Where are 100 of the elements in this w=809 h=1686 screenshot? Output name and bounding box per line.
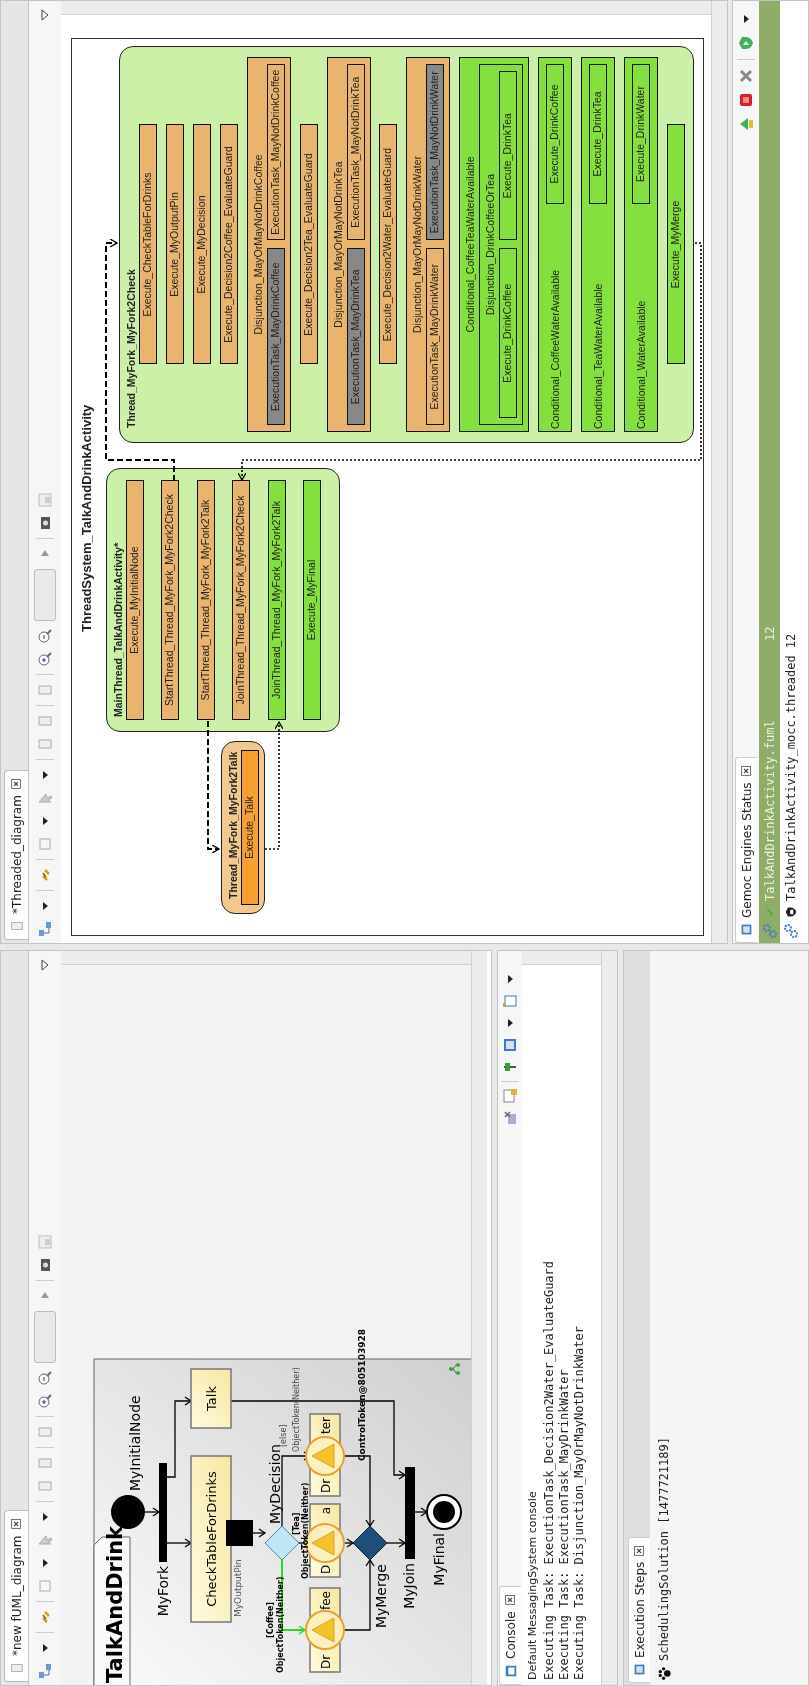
engine-count: 12	[761, 626, 778, 641]
task-bar: Execute_MyMerge	[667, 124, 685, 365]
group-title: Conditional_CoffeeWaterAvailable	[547, 269, 562, 429]
zoom-in-icon[interactable]	[37, 1393, 53, 1409]
horizontal-scrollbar[interactable]	[711, 1, 727, 943]
edge-label: ObjectToken(Neither)	[301, 1482, 310, 1579]
task-bar: JoinThread_Thread_MyFork_MyFork2Check	[232, 480, 251, 720]
edge-label: [Tea]	[292, 1512, 301, 1535]
task-bar: Execute_MyInitialNode	[126, 480, 144, 720]
task-bar: Execute_DrinkTea	[499, 71, 518, 241]
thread-title: Thread_MyFork_MyFork2Check	[124, 268, 138, 430]
action-node: Talk	[190, 1368, 232, 1429]
task-bar: Execute_DrinkWater	[632, 64, 651, 204]
task-bar: ExecutionTask_MayNotDrinkWater	[426, 64, 445, 241]
task-bar: Execute_Decision2Tea_EvaluateGuard	[299, 124, 318, 365]
pin-label: MyOutputPin	[233, 1559, 243, 1617]
scroll-lock-icon[interactable]	[502, 1088, 518, 1104]
edge-label: [Coffee]	[266, 1602, 275, 1638]
diagram-title: ThreadSystem_TalkAndDrinkActivity	[78, 404, 95, 632]
layout-icon[interactable]	[37, 1663, 53, 1679]
execution-steps-tab[interactable]: Execution Steps	[628, 1536, 650, 1683]
token-icon	[305, 1436, 345, 1476]
disconnect-icon[interactable]	[738, 68, 754, 84]
node-label: MyDecision	[267, 1444, 283, 1524]
task-bar: Execute_MyOutputPin	[165, 124, 184, 365]
edge-label: ObjectToken(Neither)	[276, 1576, 285, 1673]
new-console-icon[interactable]	[502, 993, 518, 1009]
group-title: Conditional_TeaWaterAvailable	[590, 283, 605, 429]
close-icon[interactable]	[10, 777, 23, 791]
task-bar: Execute_MyDecision	[192, 124, 211, 365]
task-bar: Execute_DrinkCoffee	[546, 64, 565, 204]
action-node: CheckTableForDrinks	[190, 1455, 232, 1623]
task-bar: JoinThread_Thread_MyFork_MyFork2Talk	[267, 480, 286, 720]
stop-icon[interactable]	[738, 92, 754, 108]
task-bar: StartThread_Thread_MyFork_MyFork2Talk	[196, 480, 215, 720]
horizontal-scrollbar[interactable]	[471, 951, 487, 1685]
node-label: MyMerge	[373, 1564, 389, 1629]
editor-tab[interactable]: *new fUML_diagram	[4, 1510, 28, 1682]
resume-icon[interactable]	[738, 35, 754, 51]
node-label: MyFinal	[431, 1533, 447, 1586]
engine-row[interactable]: TalkAndDrinkActivity_mocc.threaded 12	[780, 12, 801, 932]
vertical-scrollbar[interactable]	[61, 951, 471, 965]
shield-icon	[784, 906, 797, 918]
group-title: Conditional_CoffeeTeaWaterAvailable	[463, 155, 478, 335]
display-icon	[633, 1663, 646, 1676]
final-node	[426, 1494, 462, 1530]
task-bar: Execute_MyFinal	[302, 480, 321, 720]
task-bar: ExecutionTask_MayNotDrinkCoffee	[266, 64, 285, 241]
step-item[interactable]: SchedulingSolution [1477721189]	[655, 1437, 673, 1661]
triangle-icon[interactable]	[738, 116, 754, 132]
console-line: Executing Task: ExecutionTask_MayDrinkWater	[556, 1369, 572, 1680]
thread-title: MainThread_TalkAndDrinkActivity*	[111, 541, 125, 719]
group-title: Disjunction_DrinkCoffeeOrTea	[483, 173, 498, 318]
task-bar: StartThread_Thread_MyFork_MyFork2Check	[161, 480, 180, 720]
task-bar: ExecutionTask_MayDrinkWater	[426, 248, 445, 425]
node-label: MyJoin	[401, 1563, 417, 1609]
group-title: Disjunction_MayOrMayNotDrinkWater	[410, 155, 425, 335]
thread-title: Thread_MyFork_MyFork2Talk	[226, 752, 240, 901]
group-title: Disjunction_MayOrMayNotDrinkCoffee	[250, 153, 265, 337]
task-bar: Execute_Talk	[241, 750, 259, 905]
clear-icon[interactable]	[502, 1110, 518, 1126]
close-icon[interactable]	[633, 1543, 646, 1557]
console-icon	[503, 1664, 518, 1678]
edge-label: ControlToken@805103928	[357, 1329, 367, 1461]
engine-name: TalkAndDrinkActivity.fuml	[761, 719, 778, 901]
paw-icon	[656, 1666, 672, 1681]
merge-node	[352, 1525, 388, 1561]
task-bar: Execute_DrinkCoffee	[499, 248, 518, 418]
edge-label: ObjectToken(Neither)	[292, 1367, 301, 1452]
vertical-scrollbar[interactable]	[61, 1, 711, 15]
display-icon[interactable]	[502, 1037, 518, 1053]
task-bar: ExecutionTask_MayDrinkTea	[346, 248, 365, 425]
edge-label: [else]	[279, 1424, 288, 1447]
task-bar: ExecutionTask_MayDrinkCoffee	[266, 248, 285, 425]
zoom-out-icon[interactable]	[37, 1370, 53, 1386]
tree-icon[interactable]	[449, 1363, 460, 1375]
node-label: MyFork	[155, 1566, 171, 1617]
group-title: Conditional_WaterAvailable	[633, 300, 648, 429]
close-icon[interactable]	[10, 1517, 23, 1531]
task-bar: Execute_DrinkTea	[589, 64, 608, 204]
zoom-in-icon[interactable]	[37, 651, 53, 667]
zoom-out-icon[interactable]	[37, 628, 53, 644]
editor-tab[interactable]: *Threaded_diagram	[4, 770, 28, 940]
token-icon	[305, 1610, 345, 1650]
group-title: Disjunction_MayOrMayNotDrinkTea	[330, 160, 345, 330]
console-line: Executing Task: ExecutionTask_Decision2Water_EvaluateGuard	[541, 1260, 557, 1680]
console-line: Executing Task: Disjunction_MayOrMayNotDrinkWater	[571, 1326, 587, 1680]
console-title: Default MessagingSystem console	[525, 1491, 540, 1680]
layout-icon[interactable]	[37, 921, 53, 937]
document-icon	[9, 919, 24, 933]
task-bar: Execute_Decision2Water_EvaluateGuard	[379, 124, 398, 365]
engine-name: TalkAndDrinkActivity_mocc.threaded 12	[782, 633, 799, 901]
document-icon	[9, 1661, 24, 1675]
node-label: MyInitialNode	[127, 1395, 143, 1491]
close-icon[interactable]	[740, 764, 753, 778]
close-icon[interactable]	[504, 1593, 517, 1607]
task-bar: Execute_CheckTableForDrinks	[139, 124, 157, 365]
output-pin	[226, 1520, 253, 1546]
task-bar: ExecutionTask_MayNotDrinkTea	[346, 64, 365, 241]
task-bar: Execute_Decision2Coffee_EvaluateGuard	[219, 124, 238, 365]
